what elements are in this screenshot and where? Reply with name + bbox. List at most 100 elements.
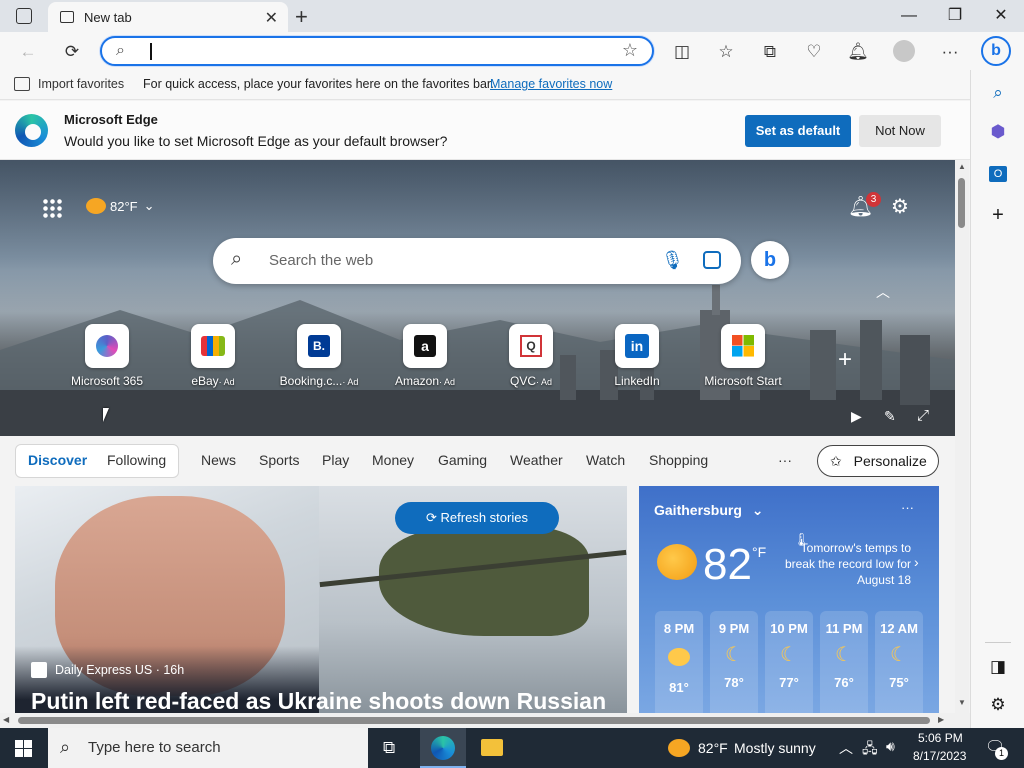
scroll-right-arrow[interactable]: ▶ — [938, 715, 944, 724]
quick-link-microsoft-start[interactable]: Microsoft Start — [683, 324, 803, 388]
visual-search-icon[interactable] — [703, 251, 721, 269]
more-nav-button[interactable]: ··· — [778, 452, 792, 468]
tab-following[interactable]: Following — [107, 452, 166, 468]
new-tab-button[interactable]: + — [295, 4, 308, 30]
windows-start-icon[interactable] — [15, 740, 32, 757]
bing-chat-button[interactable]: b — [751, 241, 789, 279]
taskbar-weather-temp[interactable]: 82°F — [698, 740, 728, 756]
scroll-down-arrow[interactable]: ▼ — [958, 698, 966, 707]
restore-button[interactable]: ❐ — [935, 4, 975, 28]
add-quick-link-icon[interactable]: + — [838, 346, 852, 374]
address-bar[interactable]: ⌕ ☆ — [100, 36, 654, 66]
scroll-left-arrow[interactable]: ◀ — [3, 715, 9, 724]
clock-time[interactable]: 5:06 PM — [918, 731, 963, 745]
default-browser-infobar: Microsoft Edge Would you like to set Mic… — [0, 101, 970, 160]
nav-gaming[interactable]: Gaming — [438, 452, 487, 468]
nav-sports[interactable]: Sports — [259, 452, 299, 468]
set-default-button[interactable]: Set as default — [745, 115, 851, 147]
manage-favorites-link[interactable]: Manage favorites now — [490, 77, 612, 91]
search-icon: ⌕ — [60, 737, 71, 757]
web-search-box[interactable]: ⌕ Search the web 🎙︎ — [213, 238, 741, 284]
nav-shopping[interactable]: Shopping — [649, 452, 708, 468]
collapse-chevron-icon[interactable]: ︿ — [876, 282, 890, 302]
weather-card-more-icon[interactable]: ··· — [901, 500, 914, 515]
personalize-button[interactable]: ✩ Personalize — [817, 445, 939, 477]
network-icon[interactable]: 🖧︎ — [862, 738, 878, 762]
refresh-icon[interactable]: ⟳ — [60, 40, 84, 64]
collections-icon[interactable]: ⧉ — [758, 40, 782, 64]
tab-actions-icon[interactable] — [16, 8, 32, 24]
nav-news[interactable]: News — [201, 452, 236, 468]
expand-icon[interactable]: ⤢ — [917, 407, 929, 424]
weather-card[interactable]: Gaithersburg ⌄ ··· 82 °F 🌡︎ Tomorrow's t… — [639, 486, 939, 713]
notifications-icon[interactable]: 🔔︎ — [846, 40, 870, 64]
import-favorites-link[interactable]: Import favorites — [38, 77, 124, 91]
refresh-icon: ⟳ — [426, 510, 437, 525]
clock-date[interactable]: 8/17/2023 — [913, 749, 966, 763]
edit-background-icon[interactable]: ✎ — [884, 408, 896, 425]
profile-avatar[interactable] — [893, 40, 915, 62]
file-explorer-icon[interactable] — [481, 739, 503, 756]
quick-link-linkedin[interactable]: in LinkedIn — [577, 324, 697, 388]
quick-link-qvc[interactable]: Q QVC· Ad — [471, 324, 591, 388]
apps-launcher-icon[interactable] — [42, 198, 62, 218]
tab-new-tab[interactable]: New tab ✕ — [48, 2, 288, 32]
infobar-message: Would you like to set Microsoft Edge as … — [64, 133, 448, 149]
close-tab-icon[interactable]: ✕ — [265, 8, 278, 28]
sidebar-divider — [985, 642, 1011, 643]
scroll-thumb[interactable] — [958, 178, 965, 228]
back-icon[interactable]: ← — [16, 40, 40, 64]
not-now-button[interactable]: Not Now — [859, 115, 941, 147]
nav-weather[interactable]: Weather — [510, 452, 563, 468]
minimize-button[interactable]: — — [889, 4, 929, 28]
quick-link-microsoft365[interactable]: Microsoft 365 — [47, 324, 167, 388]
quick-link-label: Amazon· Ad — [394, 374, 456, 388]
scroll-up-arrow[interactable]: ▲ — [958, 162, 966, 171]
sidebar-hide-icon[interactable]: ◨ — [985, 654, 1011, 680]
import-icon[interactable] — [14, 77, 30, 91]
sidebar-add-icon[interactable]: + — [985, 202, 1011, 228]
copilot-icon[interactable]: b — [981, 36, 1011, 66]
horizontal-scrollbar[interactable]: ◀ ▶ — [0, 713, 970, 728]
sidebar-outlook-icon[interactable]: O — [985, 159, 1011, 185]
quick-link-amazon[interactable]: a Amazon· Ad — [365, 324, 485, 388]
sidebar-settings-icon[interactable]: ⚙ — [985, 692, 1011, 718]
page-settings-icon[interactable]: ⚙ — [891, 194, 909, 219]
weather-note[interactable]: Tomorrow's temps to break the record low… — [783, 540, 911, 588]
story-headline[interactable]: Putin left red-faced as Ukraine shoots d… — [31, 688, 606, 713]
hero-weather[interactable]: 82°F ⌄ — [86, 198, 155, 214]
quick-link-booking[interactable]: B. Booking.c...· Ad — [259, 324, 379, 388]
taskbar-search-box[interactable]: ⌕ Type here to search — [48, 728, 368, 768]
task-view-icon[interactable]: ⧉ — [383, 738, 395, 758]
play-video-icon[interactable]: ▶ — [851, 408, 862, 425]
hour-temp: 81° — [669, 680, 689, 695]
microphone-icon[interactable]: 🎙︎ — [661, 250, 684, 271]
quick-link-ebay[interactable]: eBay· Ad — [153, 324, 273, 388]
refresh-stories-button[interactable]: ⟳ Refresh stories — [395, 502, 559, 534]
favorite-star-icon[interactable]: ☆ — [622, 40, 638, 61]
sidebar-m365-icon[interactable]: ⬢ — [985, 119, 1011, 145]
sidebar-search-icon[interactable]: ⌕ — [985, 80, 1011, 106]
split-screen-icon[interactable]: ◫ — [670, 40, 694, 64]
story-source: Daily Express US · 16h — [31, 662, 184, 678]
nav-money[interactable]: Money — [372, 452, 414, 468]
favorites-bar-message: For quick access, place your favorites h… — [143, 77, 494, 91]
weather-location[interactable]: Gaithersburg ⌄ — [654, 502, 764, 519]
featured-story-card[interactable]: ⟳ Refresh stories Daily Express US · 16h… — [15, 486, 627, 713]
microsoft-logo-icon — [721, 324, 765, 368]
browser-essentials-icon[interactable]: ♡ — [802, 40, 826, 64]
show-hidden-icons[interactable]: ︿ — [839, 738, 853, 758]
hscroll-thumb[interactable] — [18, 717, 930, 724]
more-menu-icon[interactable]: ··· — [938, 40, 962, 64]
edge-taskbar-icon[interactable] — [420, 728, 466, 768]
volume-icon[interactable]: 🔊︎ — [886, 738, 895, 755]
favorites-icon[interactable]: ☆ — [714, 40, 738, 64]
quick-link-label: Booking.c...· Ad — [279, 374, 359, 388]
chevron-right-icon[interactable]: › — [914, 554, 919, 570]
nav-watch[interactable]: Watch — [586, 452, 625, 468]
taskbar-weather-desc[interactable]: Mostly sunny — [734, 740, 816, 756]
close-window-button[interactable]: ✕ — [981, 4, 1021, 28]
nav-play[interactable]: Play — [322, 452, 349, 468]
tab-discover[interactable]: Discover — [28, 452, 87, 468]
vertical-scrollbar[interactable]: ▲ ▼ — [955, 160, 969, 713]
